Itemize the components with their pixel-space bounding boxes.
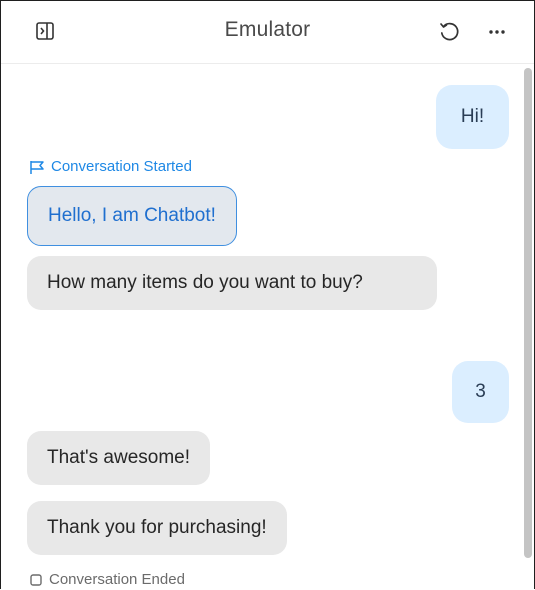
emulator-panel: Emulator Hi! Conversation Started Hello,…: [0, 0, 535, 589]
conversation-started-label: Conversation Started: [29, 158, 192, 175]
conversation-ended-text: Conversation Ended: [49, 571, 185, 588]
bot-message: How many items do you want to buy?: [27, 256, 437, 310]
bot-message-highlighted: Hello, I am Chatbot!: [27, 186, 237, 246]
user-message: Hi!: [436, 85, 509, 149]
conversation-started-text: Conversation Started: [51, 158, 192, 175]
stop-icon: [29, 573, 43, 587]
more-icon[interactable]: [483, 17, 511, 45]
scrollbar[interactable]: [524, 68, 532, 558]
emulator-header: Emulator: [1, 1, 534, 64]
reset-icon[interactable]: [435, 17, 463, 45]
chat-area[interactable]: Hi! Conversation Started Hello, I am Cha…: [1, 64, 534, 589]
bot-message: That's awesome!: [27, 431, 211, 485]
user-message: 3: [452, 361, 509, 423]
conversation-ended-label: Conversation Ended: [29, 571, 185, 588]
flag-icon: [29, 159, 45, 175]
bot-message: Thank you for purchasing!: [27, 501, 287, 555]
